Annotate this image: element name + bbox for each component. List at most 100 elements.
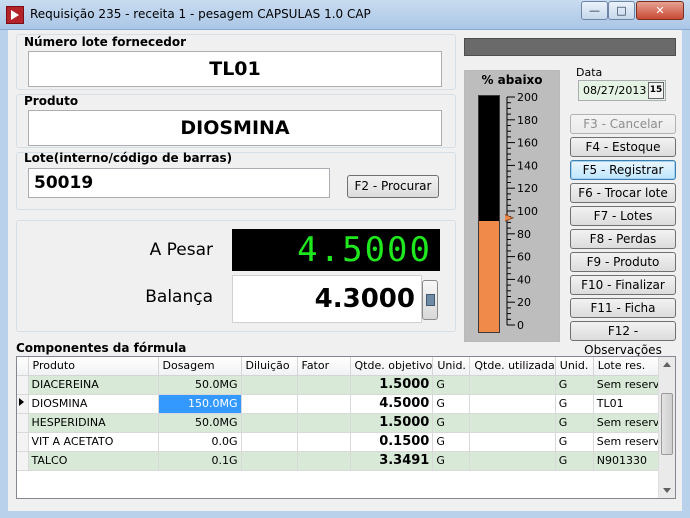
search-lot-button[interactable]: F2 - Procurar	[347, 175, 439, 198]
column-header[interactable]: Unid.	[432, 357, 471, 376]
cell-diluicao[interactable]	[241, 375, 298, 395]
cell-unid2[interactable]: G	[555, 394, 594, 414]
cell-fator[interactable]	[297, 432, 351, 452]
cell-unid[interactable]: G	[432, 413, 471, 433]
cell-produto[interactable]: DIOSMINA	[28, 394, 159, 414]
current-row-arrow-icon	[19, 398, 24, 406]
scroll-up-icon[interactable]	[663, 362, 671, 367]
table-row[interactable]: DIOSMINA 150.0MG 4.5000 G G TL01	[17, 394, 671, 414]
window-client-area: Número lote fornecedor TL01 Produto DIOS…	[8, 30, 682, 511]
row-indicator-header	[17, 357, 29, 376]
cell-produto[interactable]: TALCO	[28, 451, 159, 471]
column-header[interactable]: Dosagem	[158, 357, 242, 376]
column-header[interactable]: Fator	[297, 357, 351, 376]
supplier-lot-label: Número lote fornecedor	[24, 35, 187, 49]
scroll-thumb[interactable]	[661, 393, 673, 455]
table-row[interactable]: TALCO 0.1G 3.3491 G G N901330	[17, 451, 671, 471]
stock-button[interactable]: F4 - Estoque	[570, 137, 676, 157]
cell-unid[interactable]: G	[432, 394, 471, 414]
cell-diluicao[interactable]	[241, 394, 298, 414]
row-indicator	[17, 413, 29, 433]
used-lots-button[interactable]: F7 - Lotes usados	[570, 206, 676, 242]
scroll-down-icon[interactable]	[663, 488, 671, 493]
cell-produto[interactable]: HESPERIDINA	[28, 413, 159, 433]
cell-unid2[interactable]: G	[555, 375, 594, 395]
cell-fator[interactable]	[297, 451, 351, 471]
app-logo-icon	[6, 6, 24, 24]
cell-unid2[interactable]: G	[555, 413, 594, 433]
to-weigh-label: A Pesar	[149, 240, 213, 260]
register-button[interactable]: F5 - Registrar	[570, 160, 676, 180]
cell-diluicao[interactable]	[241, 451, 298, 471]
calculator-icon	[426, 294, 435, 306]
product-button[interactable]: F9 - Produto	[570, 252, 676, 272]
cell-diluicao[interactable]	[241, 413, 298, 433]
cell-utilizada[interactable]	[469, 413, 556, 433]
column-header[interactable]: Qtde. utilizada	[469, 357, 556, 376]
column-header[interactable]: Unid.	[555, 357, 594, 376]
cell-produto[interactable]: VIT A ACETATO	[28, 432, 159, 452]
close-button[interactable]: ✕	[636, 1, 684, 20]
calculator-button[interactable]	[422, 280, 438, 320]
gauge-tick-label: 100	[517, 205, 538, 218]
internal-lot-label: Lote(interno/código de barras)	[24, 151, 233, 165]
cell-objetivo[interactable]: 4.5000	[350, 394, 434, 414]
below-gauge: % abaixo 200 180 160 140 120 100 80 60 40 20 0	[464, 70, 560, 342]
cell-unid2[interactable]: G	[555, 432, 594, 452]
cell-unid[interactable]: G	[432, 451, 471, 471]
cell-diluicao[interactable]	[241, 432, 298, 452]
table-row[interactable]: VIT A ACETATO 0.0G 0.1500 G G Sem reserva	[17, 432, 671, 452]
gauge-tick-label: 140	[517, 159, 538, 172]
change-lot-button[interactable]: F6 - Trocar lote	[570, 183, 676, 203]
date-field[interactable]: 08/27/2013 15	[578, 80, 666, 101]
grid-vertical-scrollbar[interactable]	[658, 357, 675, 498]
sheet-button[interactable]: F11 - Ficha	[570, 298, 676, 318]
table-row[interactable]: HESPERIDINA 50.0MG 1.5000 G G Sem reserva	[17, 413, 671, 433]
cell-dosagem[interactable]: 50.0MG	[158, 375, 242, 395]
cell-produto[interactable]: DIACEREINA	[28, 375, 159, 395]
cell-objetivo[interactable]: 1.5000	[350, 375, 434, 395]
title-bar[interactable]: Requisição 235 - receita 1 - pesagem CAP…	[0, 0, 690, 30]
cell-utilizada[interactable]	[469, 451, 556, 471]
gauge-tick-label: 180	[517, 114, 538, 127]
cell-dosagem[interactable]: 0.1G	[158, 451, 242, 471]
scale-reading: 4.3000	[232, 275, 422, 323]
cell-fator[interactable]	[297, 375, 351, 395]
cell-objetivo[interactable]: 3.3491	[350, 451, 434, 471]
window-title: Requisição 235 - receita 1 - pesagem CAP…	[30, 7, 371, 21]
cell-utilizada[interactable]	[469, 394, 556, 414]
scale-label: Balança	[145, 287, 213, 307]
supplier-lot-field[interactable]: TL01	[28, 51, 442, 87]
product-label: Produto	[24, 94, 79, 108]
cell-dosagem[interactable]: 50.0MG	[158, 413, 242, 433]
cell-dosagem[interactable]: 150.0MG	[158, 394, 242, 414]
minimize-button[interactable]: —	[581, 1, 608, 20]
cell-unid[interactable]: G	[432, 432, 471, 452]
calendar-icon[interactable]: 15	[648, 82, 664, 99]
maximize-button[interactable]: □	[608, 1, 635, 20]
losses-button[interactable]: F8 - Perdas	[570, 229, 676, 249]
column-header[interactable]: Diluição	[241, 357, 298, 376]
cancel-button[interactable]: F3 - Cancelar	[570, 114, 676, 134]
cell-utilizada[interactable]	[469, 432, 556, 452]
components-table[interactable]: Produto Dosagem Diluição Fator Qtde. objetiv…	[16, 356, 676, 499]
product-field[interactable]: DIOSMINA	[28, 110, 442, 146]
column-header[interactable]: Produto	[28, 357, 159, 376]
finish-button[interactable]: F10 - Finalizar	[570, 275, 676, 295]
cell-unid[interactable]: G	[432, 375, 471, 395]
notes-button[interactable]: F12 - Observações	[570, 321, 676, 357]
cell-objetivo[interactable]: 0.1500	[350, 432, 434, 452]
cell-utilizada[interactable]	[469, 375, 556, 395]
cell-dosagem[interactable]: 0.0G	[158, 432, 242, 452]
gauge-tick-label: 160	[517, 137, 538, 150]
cell-fator[interactable]	[297, 413, 351, 433]
gauge-scale: 200180160140120100806040200	[505, 91, 538, 332]
gauge-tick-label: 200	[517, 91, 538, 104]
column-header[interactable]: Qtde. objetivo	[350, 357, 434, 376]
row-indicator	[17, 432, 29, 452]
table-row[interactable]: DIACEREINA 50.0MG 1.5000 G G Sem reserva	[17, 375, 671, 395]
internal-lot-input[interactable]: 50019	[28, 168, 330, 198]
cell-fator[interactable]	[297, 394, 351, 414]
cell-objetivo[interactable]: 1.5000	[350, 413, 434, 433]
cell-unid2[interactable]: G	[555, 451, 594, 471]
